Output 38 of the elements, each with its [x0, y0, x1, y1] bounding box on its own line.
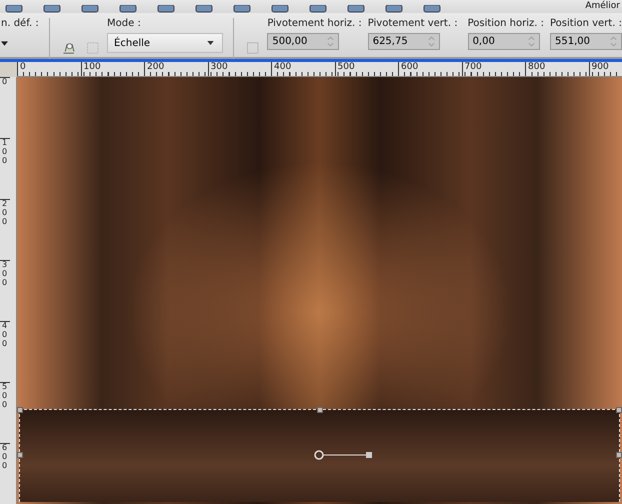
field-label: Pivotement horiz. :: [267, 18, 362, 29]
resize-handle[interactable]: [17, 452, 23, 458]
ruler-label: 400: [0, 321, 10, 382]
ruler-label: 100: [0, 138, 10, 199]
number-field[interactable]: 551,00: [550, 33, 622, 50]
resize-handle[interactable]: [616, 407, 622, 413]
field-label: Position horiz. :: [468, 18, 544, 29]
resize-handle[interactable]: [317, 407, 323, 413]
mode-label: Mode :: [107, 18, 142, 29]
ruler-label: 900: [588, 62, 622, 76]
number-field[interactable]: 625,75: [368, 33, 440, 50]
ruler-label: 500: [0, 382, 10, 443]
ruler-label: 0: [0, 77, 10, 138]
mode-dropdown[interactable]: Échelle: [107, 33, 224, 53]
pivot-handle[interactable]: [314, 450, 374, 460]
caret-icon[interactable]: [1, 41, 8, 46]
resize-handle[interactable]: [616, 452, 622, 458]
ruler-label: 300: [208, 62, 271, 76]
number-field[interactable]: 500,00: [267, 33, 340, 50]
ruler-label: 400: [271, 62, 334, 76]
field-label: Position vert. :: [550, 18, 622, 29]
ruler-label: 0: [17, 62, 80, 76]
ruler-label: 700: [462, 62, 525, 76]
resize-handle[interactable]: [17, 407, 23, 413]
caret-icon: [207, 41, 214, 45]
ruler-label: 600: [398, 62, 462, 76]
toolbar-label[interactable]: Amélior: [585, 0, 620, 13]
preset-label: n. déf. :: [1, 18, 40, 29]
ruler-label: 100: [80, 62, 144, 76]
image-canvas[interactable]: [17, 77, 622, 504]
ruler-label: 200: [144, 62, 208, 76]
ruler-label: 800: [525, 62, 588, 76]
number-field[interactable]: 0,00: [468, 33, 540, 50]
ruler-label: 200: [0, 199, 10, 260]
ruler-label: 500: [334, 62, 398, 76]
ruler-label: 300: [0, 260, 10, 321]
field-label: Pivotement vert. :: [368, 18, 458, 29]
ruler-label: 600: [0, 443, 10, 504]
